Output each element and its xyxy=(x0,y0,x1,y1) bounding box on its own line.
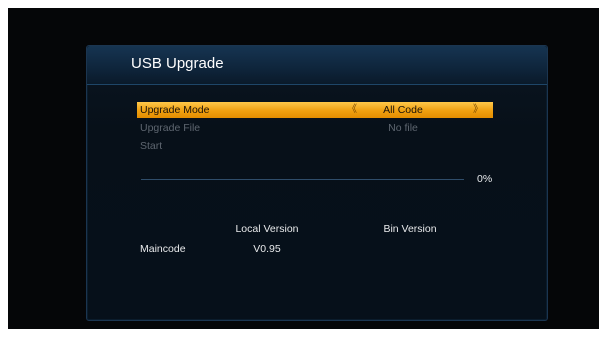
menu-item-upgrade-mode[interactable]: Upgrade Mode 《 All Code 》 xyxy=(137,102,493,118)
start-label: Start xyxy=(140,140,163,152)
usb-upgrade-dialog: USB Upgrade Upgrade Mode 《 All Code 》 Up… xyxy=(86,45,548,321)
maincode-local-version: V0.95 xyxy=(253,243,281,255)
progress-bar xyxy=(141,179,464,180)
menu-item-start[interactable]: Start xyxy=(137,138,493,154)
title-bar: USB Upgrade xyxy=(87,46,547,85)
progress-percent: 0% xyxy=(477,173,493,185)
maincode-label: Maincode xyxy=(140,243,186,255)
upgrade-mode-label: Upgrade Mode xyxy=(140,104,210,116)
chevron-left-icon[interactable]: 《 xyxy=(347,102,357,118)
tv-screen: USB Upgrade Upgrade Mode 《 All Code 》 Up… xyxy=(8,8,599,329)
upgrade-file-label: Upgrade File xyxy=(140,122,201,134)
bin-version-header: Bin Version xyxy=(383,223,437,235)
local-version-header: Local Version xyxy=(235,223,299,235)
upgrade-mode-value: All Code xyxy=(383,104,423,116)
chevron-right-icon[interactable]: 》 xyxy=(473,102,483,118)
dialog-title: USB Upgrade xyxy=(131,55,224,72)
menu-item-upgrade-file[interactable]: Upgrade File No file xyxy=(137,120,493,136)
upgrade-file-value: No file xyxy=(388,122,418,134)
